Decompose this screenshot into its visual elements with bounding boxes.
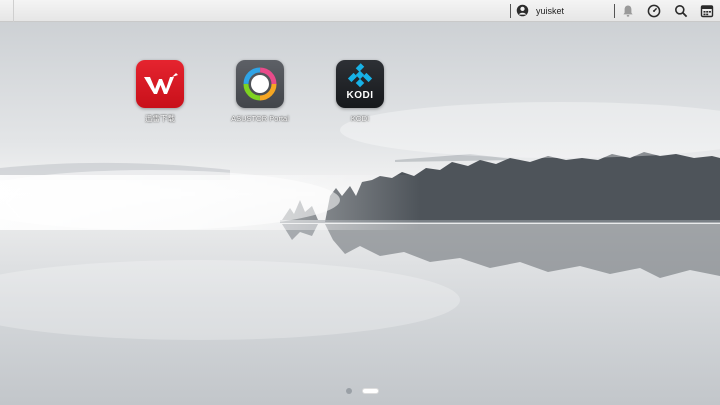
xunlei-icon[interactable] <box>136 60 184 108</box>
app-label: KODI <box>350 114 370 123</box>
app-label: ASUSTOR Portal <box>231 114 289 123</box>
app-kodi[interactable]: KODI KODI <box>315 60 405 124</box>
app-xunlei[interactable]: 迅雷下载 <box>115 60 205 124</box>
asustor-portal-icon[interactable] <box>236 60 284 108</box>
chevron-left-icon[interactable] <box>4 186 24 220</box>
top-bar-separator <box>510 4 511 18</box>
top-bar: yuisket <box>0 0 720 22</box>
search-icon[interactable] <box>674 4 688 18</box>
page-indicator <box>346 388 386 396</box>
page-dot-2-active[interactable] <box>362 388 379 394</box>
page-dot-1[interactable] <box>346 388 352 394</box>
kodi-icon[interactable]: KODI <box>336 60 384 108</box>
top-bar-divider <box>13 0 14 22</box>
speedometer-icon[interactable] <box>647 4 661 18</box>
username-label[interactable]: yuisket <box>536 5 564 17</box>
app-asustor-portal[interactable]: ASUSTOR Portal <box>215 60 305 124</box>
kodi-tile-text: KODI <box>346 90 374 101</box>
app-label: 迅雷下载 <box>145 114 175 123</box>
bell-icon[interactable] <box>621 4 635 18</box>
top-bar-separator <box>614 4 615 18</box>
calendar-icon[interactable] <box>700 4 714 18</box>
user-icon[interactable] <box>516 4 529 17</box>
